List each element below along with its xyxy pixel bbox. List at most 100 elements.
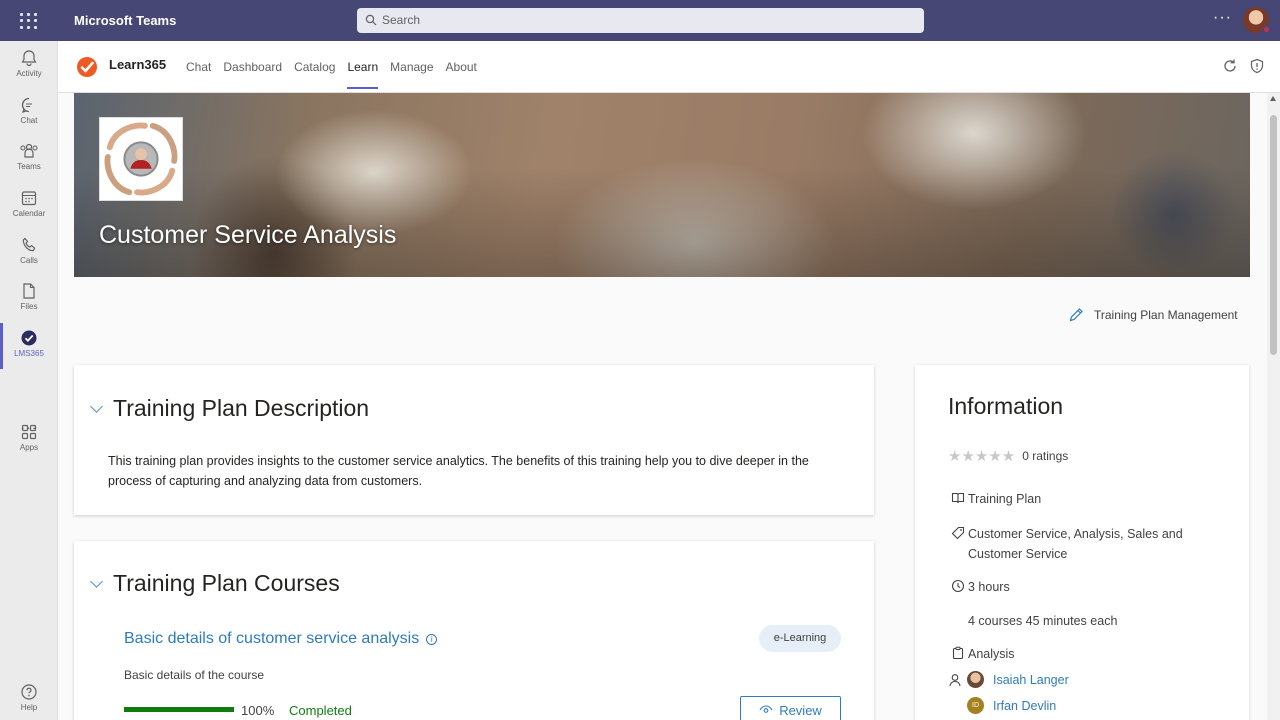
scroll-up-icon[interactable] (1270, 96, 1276, 101)
refresh-icon[interactable] (1222, 58, 1238, 74)
bell-icon (21, 50, 37, 67)
description-card: Training Plan Description This training … (74, 365, 874, 515)
clipboard-icon (952, 646, 964, 660)
rail-item-lms365[interactable]: LMS365 (0, 323, 58, 369)
review-button[interactable]: Review (740, 696, 841, 720)
page-title: Customer Service Analysis (99, 221, 397, 249)
rail-item-calendar[interactable]: Calendar (0, 183, 58, 229)
phone-icon (22, 237, 36, 252)
course-subtitle: Basic details of the course (124, 668, 265, 682)
book-icon (951, 492, 965, 504)
teams-icon (20, 143, 38, 158)
user-avatar[interactable] (1243, 7, 1271, 34)
clock-icon (951, 579, 965, 593)
left-app-rail: Activity Chat Teams Calendar Calls Files… (0, 41, 58, 720)
presence-status-icon (1262, 25, 1271, 34)
pencil-icon (1069, 308, 1083, 322)
file-icon (23, 283, 35, 299)
person-row: Isaiah Langer (948, 671, 1069, 688)
avatar: ID (967, 697, 984, 714)
chevron-down-icon (90, 574, 103, 588)
help-icon (21, 684, 37, 700)
tab-chat[interactable]: Chat (180, 41, 217, 93)
training-plan-management-label: Training Plan Management (1094, 308, 1238, 322)
rail-item-apps[interactable]: Apps (0, 417, 58, 463)
rail-label: LMS365 (14, 349, 44, 358)
ratings-count: 0 ratings (1022, 449, 1069, 463)
course-title-link[interactable]: Basic details of customer service analys… (124, 630, 438, 648)
info-type-row: Training Plan (948, 489, 1208, 509)
eye-icon (759, 705, 773, 713)
avatar (967, 671, 984, 688)
more-options-icon[interactable]: ··· (1213, 9, 1232, 27)
vertical-scrollbar[interactable] (1267, 93, 1280, 720)
info-duration-detail: 4 courses 45 minutes each (968, 614, 1118, 628)
courses-card: Training Plan Courses Basic details of c… (74, 541, 874, 720)
tab-catalog[interactable]: Catalog (288, 41, 341, 93)
rail-label: Teams (17, 162, 41, 171)
info-category: Analysis (968, 647, 1015, 661)
rail-item-activity[interactable]: Activity (0, 43, 58, 89)
info-duration-detail-row: 4 courses 45 minutes each (948, 611, 1208, 631)
lms365-icon (21, 330, 37, 346)
info-icon[interactable]: i (426, 633, 438, 645)
teams-title-bar: Microsoft Teams Search ··· (0, 0, 1280, 41)
course-type-badge: e-Learning (759, 625, 841, 652)
rail-item-help[interactable]: Help (0, 677, 58, 720)
rating-stars[interactable]: ★★★★★ 0 ratings (948, 447, 1068, 465)
review-label: Review (779, 702, 822, 718)
courses-heading: Training Plan Courses (113, 570, 340, 596)
description-heading: Training Plan Description (113, 395, 370, 421)
information-heading: Information (948, 393, 1064, 419)
shield-icon[interactable] (1249, 58, 1265, 74)
rail-item-teams[interactable]: Teams (0, 136, 58, 182)
description-text: This training plan provides insights to … (108, 454, 809, 488)
person-name-link[interactable]: Irfan Devlin (993, 699, 1056, 713)
training-plan-management-link[interactable]: Training Plan Management (1068, 307, 1238, 323)
courses-section-toggle[interactable]: Training Plan Courses (90, 570, 340, 597)
rail-item-calls[interactable]: Calls (0, 230, 58, 276)
info-duration: 3 hours (968, 580, 1010, 594)
hero-banner: Customer Service Analysis (74, 93, 1250, 277)
info-tags-row: Customer Service, Analysis, Sales and Cu… (948, 524, 1208, 564)
app-title: Learn365 (109, 57, 167, 72)
progress-percent: 100% (241, 703, 275, 718)
rail-item-chat[interactable]: Chat (0, 90, 58, 136)
course-status: Completed (289, 703, 352, 718)
calendar-icon (21, 191, 37, 206)
info-duration-row: 3 hours (948, 577, 1208, 597)
rail-label: Files (20, 302, 38, 311)
app-header: Learn365 Chat Dashboard Catalog Learn Ma… (58, 41, 1280, 93)
tab-dashboard[interactable]: Dashboard (217, 41, 288, 93)
app-name: Microsoft Teams (74, 13, 177, 28)
rail-label: Calls (20, 256, 38, 265)
information-card: Information ★★★★★ 0 ratings Training Pla… (915, 365, 1249, 720)
course-title: Basic details of customer service analys… (124, 630, 420, 647)
rail-label: Apps (19, 443, 39, 452)
person-name-link[interactable]: Isaiah Langer (993, 673, 1069, 687)
main-content: Customer Service Analysis Training Plan … (58, 93, 1267, 720)
apps-icon (21, 424, 37, 440)
course-progress-bar (124, 707, 234, 712)
tag-icon (951, 526, 965, 540)
app-launcher-icon[interactable] (18, 11, 40, 31)
rail-label: Calendar (12, 209, 46, 218)
tab-about[interactable]: About (440, 41, 483, 93)
person-icon (949, 673, 961, 686)
tab-manage[interactable]: Manage (384, 41, 439, 93)
training-plan-thumbnail (99, 117, 183, 201)
search-icon (365, 14, 377, 26)
search-placeholder: Search (382, 13, 421, 27)
description-section-toggle[interactable]: Training Plan Description (90, 395, 370, 422)
info-tags: Customer Service, Analysis, Sales and Cu… (968, 527, 1183, 561)
chat-icon (21, 97, 32, 113)
rail-label: Activity (16, 69, 42, 78)
app-nav-tabs: Chat Dashboard Catalog Learn Manage Abou… (180, 41, 483, 93)
progress-fill (124, 707, 234, 712)
search-input[interactable]: Search (357, 8, 924, 33)
rail-item-files[interactable]: Files (0, 276, 58, 322)
person-row: ID Irfan Devlin (948, 697, 1056, 714)
scroll-thumb[interactable] (1270, 115, 1277, 355)
tab-learn[interactable]: Learn (341, 41, 384, 93)
